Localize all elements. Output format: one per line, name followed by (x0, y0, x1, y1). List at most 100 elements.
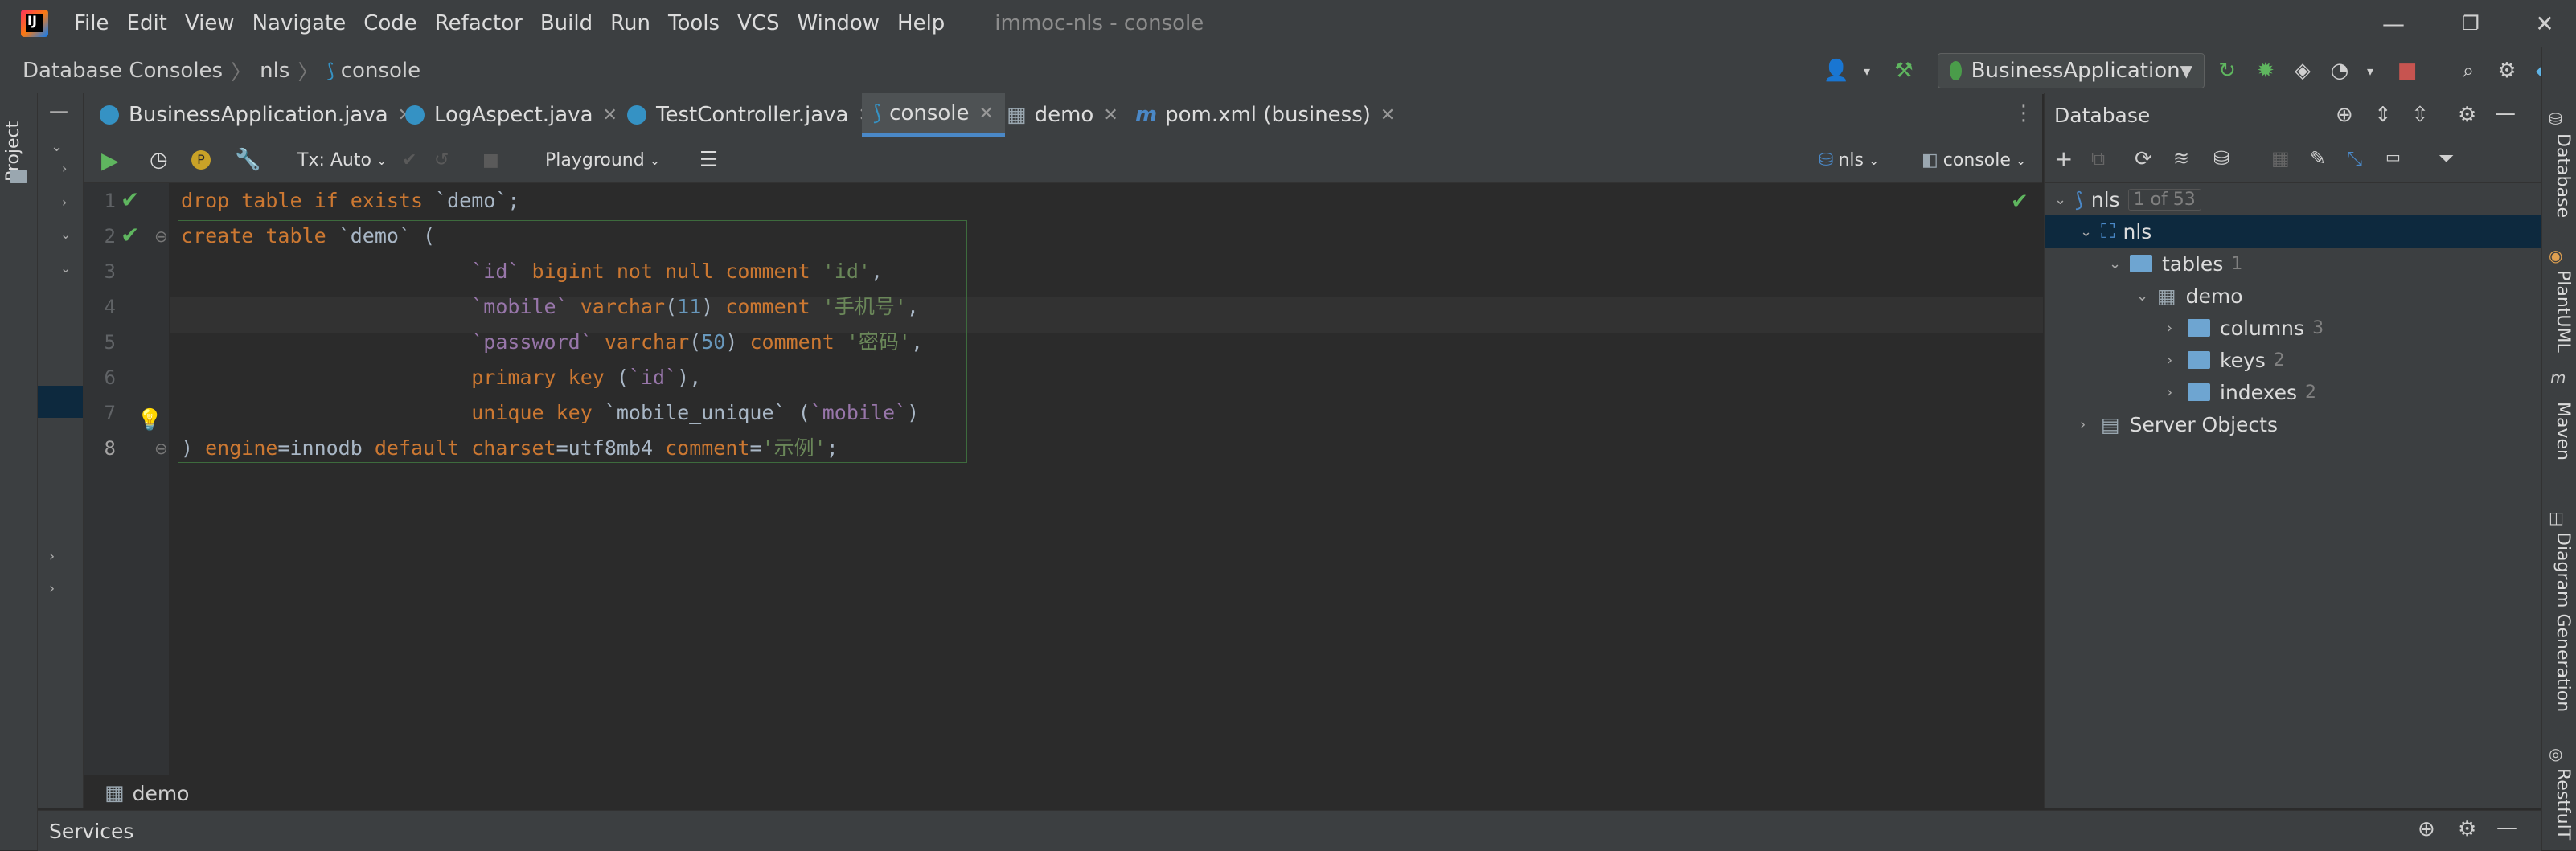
tree-item-server-objects[interactable]: › ▤ Server Objects (2045, 408, 2278, 440)
more-tabs-icon[interactable]: ⋮ (2013, 101, 2034, 125)
menu-help[interactable]: Help (897, 11, 945, 35)
locate-icon[interactable]: ⊕ (2336, 103, 2353, 127)
more-run-dropdown-icon[interactable]: ▾ (2356, 56, 2385, 85)
breadcrumb-console[interactable]: console (341, 59, 420, 83)
edit-pencil-icon[interactable]: ✎ (2310, 147, 2326, 170)
chevron-down-icon[interactable]: ⌄ (2109, 256, 2130, 272)
code-line[interactable]: `id` bigint not null comment 'id', (181, 254, 883, 289)
locate-icon[interactable]: ⊕ (2418, 817, 2435, 841)
chevron-right-icon[interactable]: › (2080, 416, 2101, 433)
minimize-icon[interactable]: — (2357, 0, 2430, 47)
refresh-icon[interactable]: ⟳ (2135, 147, 2152, 171)
output-layout-icon[interactable]: ☰ (699, 137, 718, 182)
maven-tool-button[interactable]: Maven (2553, 402, 2573, 460)
settings-gear-icon[interactable]: ⚙ (2458, 817, 2476, 841)
session-select[interactable]: ◧ console ⌄ (1922, 137, 2026, 182)
history-icon[interactable]: ◷ (150, 137, 168, 182)
hide-panel-icon[interactable]: — (2495, 101, 2516, 125)
menu-view[interactable]: View (185, 11, 235, 35)
tree-arrow-icon[interactable]: ⌄ (51, 138, 63, 155)
settings-gear-icon[interactable]: ⚙ (2458, 103, 2476, 127)
tree-arrow-icon[interactable]: › (62, 161, 67, 176)
search-icon[interactable]: ⌕ (2454, 56, 2483, 85)
intention-bulb-icon[interactable]: 💡 (137, 408, 162, 432)
inspection-ok-icon[interactable]: ✔ (2011, 190, 2028, 214)
chevron-right-icon[interactable]: › (2167, 320, 2188, 337)
menu-build[interactable]: Build (540, 11, 593, 35)
tree-arrow-icon[interactable]: ⌄ (60, 227, 71, 242)
tree-item-indexes[interactable]: › indexes 2 (2045, 376, 2316, 408)
execute-icon[interactable]: ▶ (101, 137, 119, 182)
user-dropdown-icon[interactable]: ▾ (1852, 56, 1881, 85)
playground-select[interactable]: Playground ⌄ (545, 137, 660, 182)
tab-log-aspect[interactable]: LogAspect.java ✕ (405, 93, 617, 137)
datasource-properties-icon[interactable]: ⛁ (2213, 147, 2229, 170)
tree-arrow-icon[interactable]: › (49, 580, 55, 597)
menu-vcs[interactable]: VCS (737, 11, 779, 35)
menu-code[interactable]: Code (363, 11, 417, 35)
tree-item-datasource-nls[interactable]: ⌄ ⟆ nls 1 of 53 (2045, 183, 2541, 215)
tree-item-columns[interactable]: › columns 3 (2045, 312, 2324, 344)
plantuml-tool-button[interactable]: PlantUML (2553, 270, 2573, 353)
chevron-down-icon[interactable]: ⌄ (2136, 288, 2157, 305)
jump-to-source-icon[interactable]: ⤡ (2347, 147, 2362, 170)
filter-icon[interactable]: ⏷ (2439, 147, 2454, 170)
code-line[interactable]: primary key (`id`), (181, 360, 701, 395)
code-line[interactable]: create table `demo` ( (181, 219, 435, 254)
menu-edit[interactable]: Edit (127, 11, 167, 35)
fold-marker-icon[interactable]: ⊖ (154, 439, 168, 458)
fold-marker-icon[interactable]: ⊖ (154, 227, 168, 246)
chevron-down-icon[interactable]: ⌄ (2080, 223, 2101, 240)
run-configuration-select[interactable]: BusinessApplication ▼ (1938, 53, 2205, 88)
expand-all-icon[interactable]: ⇕ (2374, 103, 2392, 127)
user-icon[interactable]: 👤 (1822, 56, 1851, 85)
collapse-all-icon[interactable]: ⇳ (2411, 103, 2429, 127)
database-tool-button[interactable]: Database (2553, 133, 2573, 218)
restful-tool-button[interactable]: RestfulT (2553, 768, 2573, 840)
tab-demo[interactable]: ▦ demo ✕ (1007, 93, 1118, 137)
menu-refactor[interactable]: Refactor (435, 11, 523, 35)
tab-pom-xml[interactable]: m pom.xml (business) ✕ (1135, 93, 1395, 137)
code-line[interactable]: `mobile` varchar(11) comment '手机号', (181, 289, 919, 325)
tree-item-schema-nls[interactable]: ⌄ ⛶ nls (2045, 215, 2541, 248)
settings-wrench-icon[interactable]: 🔧 (235, 137, 260, 182)
diagram-generation-tool-button[interactable]: Diagram Generation (2553, 532, 2573, 712)
editor-context-label[interactable]: demo (133, 782, 190, 805)
tab-business-application[interactable]: BusinessApplication.java ✕ (100, 93, 412, 137)
chevron-right-icon[interactable]: › (2167, 352, 2188, 369)
parameters-icon[interactable]: P (191, 137, 211, 182)
tab-close-icon[interactable]: ✕ (979, 104, 994, 124)
hide-panel-icon[interactable]: — (2496, 816, 2517, 840)
coverage-icon[interactable]: ◈ (2288, 56, 2317, 85)
selected-tree-row[interactable] (38, 386, 83, 418)
rerun-icon[interactable]: ↻ (2213, 56, 2242, 85)
query-console-icon[interactable]: ▭ (2385, 147, 2401, 166)
datasource-select[interactable]: ⛁ nls ⌄ (1819, 137, 1879, 182)
menu-tools[interactable]: Tools (668, 11, 720, 35)
code-line[interactable]: `password` varchar(50) comment '密码', (181, 325, 923, 360)
tree-item-keys[interactable]: › keys 2 (2045, 344, 2285, 376)
tab-close-icon[interactable]: ✕ (603, 105, 617, 125)
profile-icon[interactable]: ◔ (2325, 56, 2354, 85)
close-icon[interactable]: ✕ (2508, 0, 2576, 47)
menu-run[interactable]: Run (610, 11, 650, 35)
tab-close-icon[interactable]: ✕ (1380, 105, 1395, 125)
tree-item-tables[interactable]: ⌄ tables 1 (2045, 248, 2242, 280)
services-tool-button[interactable]: Services (49, 820, 133, 843)
menu-window[interactable]: Window (798, 11, 880, 35)
schema-count-badge[interactable]: 1 of 53 (2127, 188, 2201, 211)
tab-close-icon[interactable]: ✕ (1103, 105, 1118, 125)
tab-console[interactable]: ⟆ console ✕ (862, 93, 1005, 137)
breadcrumb-nls[interactable]: nls (260, 59, 289, 83)
code-line[interactable]: ) engine=innodb default charset=utf8mb4 … (181, 431, 839, 466)
transaction-mode-select[interactable]: Tx: Auto ⌄ (297, 137, 387, 182)
breadcrumb-database-consoles[interactable]: Database Consoles (23, 59, 223, 83)
sql-editor[interactable]: drop table if exists `demo`; create tabl… (170, 183, 2043, 775)
tree-arrow-icon[interactable]: › (62, 194, 67, 210)
chevron-right-icon[interactable]: › (2167, 384, 2188, 401)
restore-icon[interactable]: ❐ (2434, 0, 2507, 47)
code-line[interactable]: drop table if exists `demo`; (181, 183, 519, 219)
chevron-down-icon[interactable]: ⌄ (2054, 191, 2075, 208)
schema-sync-icon[interactable]: ≋ (2173, 147, 2189, 170)
code-line[interactable]: unique key `mobile_unique` (`mobile`) (181, 395, 919, 431)
